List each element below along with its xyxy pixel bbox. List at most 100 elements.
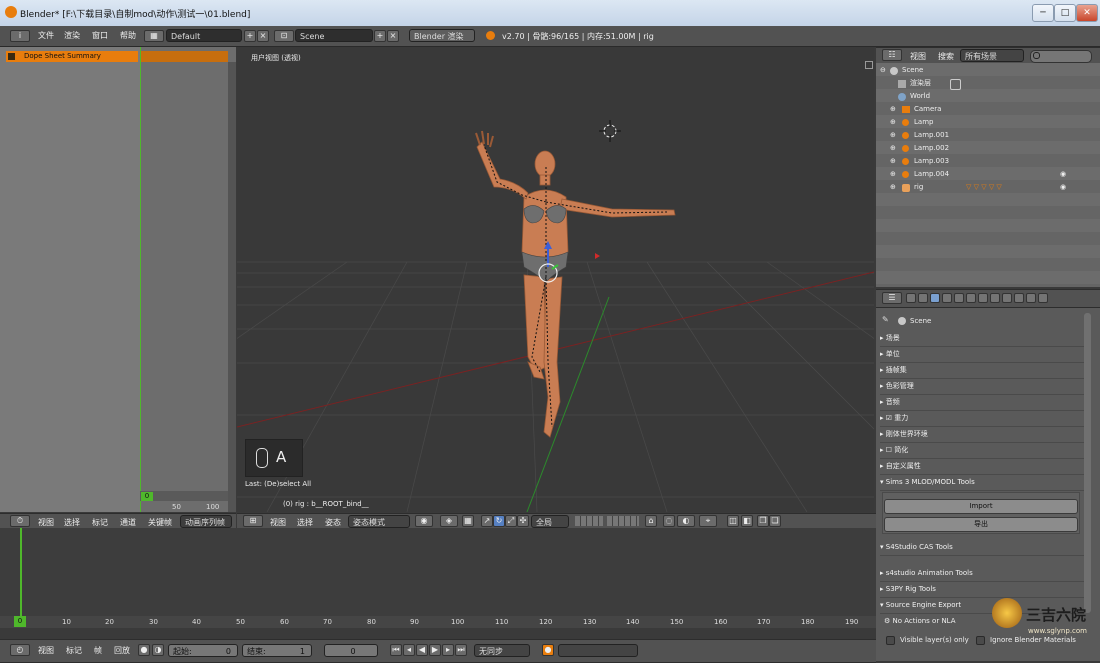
expand-icon[interactable]: ⊕ bbox=[890, 129, 896, 142]
outliner-row-rig[interactable]: ⊕ rig ▽ ▽ ▽ ▽ ▽ ◉ bbox=[876, 181, 1100, 194]
timeline-editor[interactable]: 0 10 20 30 40 50 60 70 80 90 100 110 120… bbox=[0, 528, 876, 628]
outliner-row-lamp-003[interactable]: ⊕ Lamp.003 bbox=[876, 155, 1100, 168]
data-tab-icon[interactable] bbox=[990, 293, 1000, 303]
bone-constraints-tab-icon[interactable] bbox=[1014, 293, 1024, 303]
panel-scene[interactable]: ▸ 场景 bbox=[880, 331, 1084, 347]
export-button[interactable]: 导出 bbox=[884, 517, 1078, 532]
current-frame-field[interactable]: 0 bbox=[324, 644, 378, 657]
renderlayer-tab-icon[interactable] bbox=[918, 293, 928, 303]
editor-type-icon[interactable]: ⊞ bbox=[243, 515, 263, 527]
outliner-row-renderlayer[interactable]: 渲染层 bbox=[876, 77, 1100, 90]
preview-range-icon[interactable]: ◑ bbox=[152, 644, 164, 656]
3d-viewport[interactable]: 用户视图 (透视) A Last: (De)select All (0) rig… bbox=[237, 47, 874, 512]
editor-type-icon[interactable]: ☰ bbox=[882, 292, 902, 304]
maximize-button[interactable]: □ bbox=[1054, 4, 1076, 22]
outliner-row-lamp-001[interactable]: ⊕ Lamp.001 bbox=[876, 129, 1100, 142]
editor-type-icon[interactable]: ☷ bbox=[882, 49, 902, 61]
outliner-row-scene[interactable]: ⊖ Scene bbox=[876, 64, 1100, 77]
panel-sims3-tools[interactable]: ▾ Sims 3 MLOD/MODL Tools bbox=[880, 475, 1084, 491]
mode-selector[interactable]: 动画序列帧 bbox=[180, 515, 232, 528]
pivot-icon[interactable]: ◈ bbox=[440, 515, 458, 527]
scene-remove-button[interactable]: × bbox=[387, 30, 399, 42]
menu-pose[interactable]: 姿态 bbox=[325, 517, 341, 528]
render-icon[interactable]: ◫ bbox=[727, 515, 739, 527]
onion-icon[interactable]: ◌ bbox=[663, 515, 675, 527]
panel-s4studio-cas[interactable]: ▾ S4Studio CAS Tools bbox=[880, 540, 1084, 556]
manipulator-icon[interactable]: ▦ bbox=[462, 515, 474, 527]
keying-set-selector[interactable] bbox=[558, 644, 638, 657]
menu-view[interactable]: 视图 bbox=[38, 517, 54, 528]
eye-icon[interactable]: ◉ bbox=[1060, 181, 1066, 194]
scale-icon[interactable]: ⤢ bbox=[505, 515, 517, 527]
shading-icon[interactable]: ◉ bbox=[415, 515, 433, 527]
start-frame-field[interactable]: 起始: 0 bbox=[168, 644, 238, 657]
menu-help[interactable]: 帮助 bbox=[120, 30, 136, 41]
outliner-editor[interactable]: ☷ 视图 搜索 所有场景 ⊖ Scene 渲染层 World ⊕ Camera … bbox=[876, 47, 1100, 287]
expand-icon[interactable]: ⊕ bbox=[890, 142, 896, 155]
menu-select[interactable]: 选择 bbox=[64, 517, 80, 528]
scene-add-button[interactable]: + bbox=[374, 30, 386, 42]
menu-file[interactable]: 文件 bbox=[38, 30, 54, 41]
layout-icon[interactable]: ▦ bbox=[144, 30, 164, 42]
outliner-row-world[interactable]: World bbox=[876, 90, 1100, 103]
panel-custom-properties[interactable]: ▸ 自定义属性 bbox=[880, 459, 1084, 475]
menu-frame[interactable]: 帧 bbox=[94, 645, 102, 656]
checkbox-checked-icon[interactable]: ☑ bbox=[886, 414, 892, 422]
dope-sheet-editor[interactable]: Dope Sheet Summary 0 50 100 bbox=[0, 47, 236, 512]
menu-key[interactable]: 关键帧 bbox=[148, 517, 172, 528]
menu-marker[interactable]: 标记 bbox=[92, 517, 108, 528]
panel-rigid-body-world[interactable]: ▸ 刚体世界环境 bbox=[880, 427, 1084, 443]
next-key-icon[interactable]: ▸ bbox=[442, 644, 454, 656]
expand-icon[interactable]: ⊕ bbox=[890, 116, 896, 129]
menu-window[interactable]: 窗口 bbox=[92, 30, 108, 41]
scrollbar[interactable] bbox=[1084, 313, 1091, 613]
scrollbar[interactable] bbox=[228, 62, 236, 512]
lock-icon[interactable]: ⌂ bbox=[645, 515, 657, 527]
expand-icon[interactable]: ⊕ bbox=[890, 103, 896, 116]
scene-selector[interactable]: Scene bbox=[295, 29, 373, 42]
current-frame-marker[interactable]: 0 bbox=[14, 616, 26, 627]
panel-audio[interactable]: ▸ 音频 bbox=[880, 395, 1084, 411]
play-icon[interactable]: ▶ bbox=[429, 644, 441, 656]
play-reverse-icon[interactable]: ◀ bbox=[416, 644, 428, 656]
scene-tab-icon[interactable] bbox=[930, 293, 940, 303]
object-tab-icon[interactable] bbox=[954, 293, 964, 303]
pin-icon[interactable]: ✎ bbox=[882, 315, 889, 324]
proportional-icon[interactable]: ◐ bbox=[677, 515, 695, 527]
collapse-icon[interactable]: ⊖ bbox=[880, 64, 886, 77]
panel-s4studio-anim[interactable]: ▸ s4studio Animation Tools bbox=[880, 566, 1084, 582]
expand-icon[interactable]: ⊕ bbox=[890, 168, 896, 181]
paste-pose-icon[interactable]: ❏ bbox=[769, 515, 781, 527]
end-frame-field[interactable]: 结束: 1 bbox=[242, 644, 312, 657]
rotate-icon[interactable]: ↻ bbox=[493, 515, 505, 527]
expand-icon[interactable]: ⊕ bbox=[890, 181, 896, 194]
layer-buttons[interactable] bbox=[575, 516, 603, 526]
world-tab-icon[interactable] bbox=[942, 293, 952, 303]
close-button[interactable]: ✕ bbox=[1076, 4, 1098, 22]
copy-pose-icon[interactable]: ❐ bbox=[757, 515, 769, 527]
layout-add-button[interactable]: + bbox=[244, 30, 256, 42]
outliner-row-lamp-004[interactable]: ⊕ Lamp.004 ◉ bbox=[876, 168, 1100, 181]
panel-keying-sets[interactable]: ▸ 插帧集 bbox=[880, 363, 1084, 379]
import-button[interactable]: Import bbox=[884, 499, 1078, 514]
expand-arrow-icon[interactable] bbox=[8, 53, 15, 60]
outliner-row-camera[interactable]: ⊕ Camera bbox=[876, 103, 1100, 116]
modifiers-tab-icon[interactable] bbox=[978, 293, 988, 303]
editor-type-icon[interactable]: ⏱ bbox=[10, 515, 30, 527]
outliner-row-lamp-002[interactable]: ⊕ Lamp.002 bbox=[876, 142, 1100, 155]
render-engine-selector[interactable]: Blender 渲染 bbox=[409, 29, 475, 42]
record-icon[interactable]: ● bbox=[138, 644, 150, 656]
panel-color-management[interactable]: ▸ 色彩管理 bbox=[880, 379, 1084, 395]
properties-editor[interactable]: ☰ ✎ Scene ▸ 场景 ▸ 单位 ▸ 插帧集 ▸ 色彩管理 ▸ 音频 ▸ … bbox=[876, 289, 1100, 661]
dope-sheet-summary[interactable]: Dope Sheet Summary bbox=[6, 51, 138, 62]
minimize-button[interactable]: ─ bbox=[1032, 4, 1054, 22]
menu-view[interactable]: 视图 bbox=[910, 51, 926, 62]
display-mode-selector[interactable]: 所有场景 bbox=[960, 49, 1024, 62]
panel-simplify[interactable]: ▸ ☐ 简化 bbox=[880, 443, 1084, 459]
orientation-selector[interactable]: 全局 bbox=[531, 515, 569, 528]
visible-layers-checkbox[interactable] bbox=[886, 636, 895, 645]
render-tab-icon[interactable] bbox=[906, 293, 916, 303]
prev-key-icon[interactable]: ◂ bbox=[403, 644, 415, 656]
character-model[interactable] bbox=[462, 127, 692, 447]
transform-icon[interactable]: ✣ bbox=[517, 515, 529, 527]
